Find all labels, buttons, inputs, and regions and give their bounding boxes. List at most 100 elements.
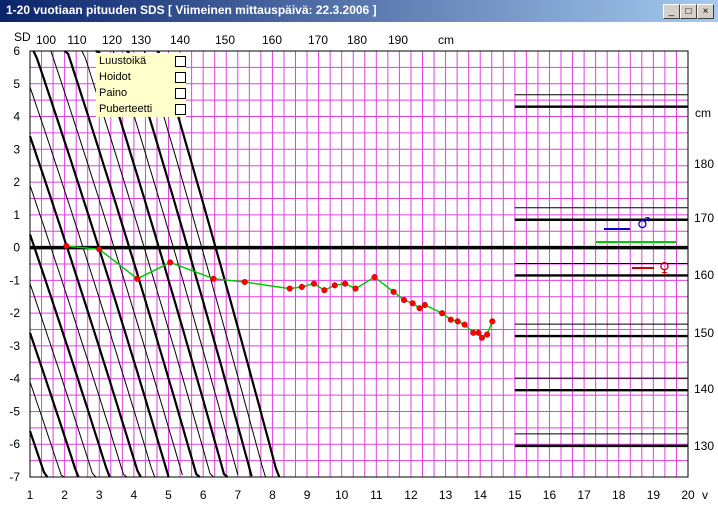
right-tick-label: 160 bbox=[694, 268, 714, 282]
top-tick-label: 180 bbox=[347, 33, 367, 47]
y-tick-label: 1 bbox=[13, 208, 20, 222]
data-point bbox=[454, 318, 461, 325]
y-tick-label: 5 bbox=[13, 77, 20, 91]
x-tick-label: 10 bbox=[335, 488, 349, 502]
y-axis-label: SD bbox=[14, 30, 31, 44]
top-tick-label: 100 bbox=[36, 33, 56, 47]
legend-item-paino[interactable]: Paino bbox=[99, 86, 186, 101]
x-tick-label: 19 bbox=[647, 488, 661, 502]
data-point bbox=[416, 305, 423, 312]
data-point bbox=[484, 331, 491, 338]
x-tick-label: 16 bbox=[543, 488, 557, 502]
right-tick-label: 170 bbox=[694, 211, 714, 225]
x-tick-label: 18 bbox=[612, 488, 626, 502]
legend-label: Paino bbox=[99, 87, 128, 99]
x-tick-label: 15 bbox=[508, 488, 522, 502]
right-axis-unit: cm bbox=[695, 106, 711, 120]
data-point bbox=[63, 242, 70, 250]
paino-checkbox[interactable] bbox=[175, 88, 186, 99]
y-tick-label: 0 bbox=[13, 241, 20, 255]
x-tick-label: 14 bbox=[474, 488, 488, 502]
x-tick-label: 8 bbox=[269, 488, 276, 502]
x-tick-label: 1 bbox=[27, 488, 34, 502]
x-tick-label: 20 bbox=[681, 488, 695, 502]
top-axis-unit: cm bbox=[438, 33, 454, 47]
right-tick-label: 130 bbox=[694, 439, 714, 453]
male-icon[interactable]: ♂ bbox=[637, 214, 650, 232]
puberteetti-checkbox[interactable] bbox=[175, 104, 186, 115]
x-tick-label: 11 bbox=[370, 488, 383, 502]
x-tick-label: 9 bbox=[304, 488, 311, 502]
y-tick-label: 6 bbox=[13, 44, 20, 58]
top-tick-label: 130 bbox=[131, 33, 151, 47]
y-tick-label: -4 bbox=[9, 372, 20, 386]
y-tick-label: -3 bbox=[9, 339, 20, 353]
window-title: 1-20 vuotiaan pituuden SDS [ Viimeinen m… bbox=[6, 3, 377, 17]
top-tick-label: 110 bbox=[67, 33, 86, 47]
data-point bbox=[470, 329, 477, 336]
data-point bbox=[96, 246, 103, 253]
data-point bbox=[478, 334, 485, 341]
data-point bbox=[241, 278, 248, 286]
x-axis-unit: v bbox=[702, 488, 708, 502]
x-tick-label: 13 bbox=[439, 488, 453, 502]
right-tick-label: 180 bbox=[694, 157, 714, 171]
data-point bbox=[371, 274, 378, 281]
x-tick-label: 5 bbox=[165, 488, 172, 502]
data-point bbox=[421, 301, 428, 309]
x-tick-label: 2 bbox=[61, 488, 68, 502]
data-point bbox=[439, 310, 446, 317]
legend-label: Luustoikä bbox=[99, 55, 147, 67]
data-point bbox=[390, 288, 397, 295]
data-point bbox=[489, 318, 496, 325]
data-point bbox=[134, 275, 141, 282]
top-tick-label: 140 bbox=[170, 33, 190, 47]
top-tick-label: 170 bbox=[308, 33, 328, 47]
female-icon[interactable]: ♀ bbox=[659, 259, 670, 277]
data-point bbox=[310, 280, 318, 287]
legend-item-puberteetti[interactable]: Puberteetti bbox=[99, 102, 186, 117]
luustoika-checkbox[interactable] bbox=[175, 56, 186, 67]
legend-panel: Luustoikä Hoidot Paino Puberteetti bbox=[96, 53, 186, 117]
legend-item-luustoika[interactable]: Luustoikä bbox=[99, 54, 186, 69]
x-tick-label: 17 bbox=[577, 488, 591, 502]
data-point bbox=[400, 296, 408, 304]
y-tick-label: 3 bbox=[13, 142, 20, 156]
legend-label: Puberteetti bbox=[99, 103, 153, 115]
top-tick-label: 160 bbox=[262, 33, 282, 47]
hoidot-checkbox[interactable] bbox=[175, 72, 186, 83]
y-tick-label: 2 bbox=[13, 175, 20, 189]
maximize-button[interactable]: □ bbox=[680, 4, 697, 19]
y-tick-label: -2 bbox=[9, 306, 20, 320]
data-point bbox=[167, 259, 174, 266]
legend-label: Hoidot bbox=[99, 71, 131, 83]
x-tick-label: 7 bbox=[234, 488, 241, 502]
y-tick-label: 4 bbox=[13, 110, 20, 124]
data-point bbox=[447, 316, 454, 323]
data-point bbox=[286, 285, 293, 292]
top-tick-label: 190 bbox=[388, 33, 408, 47]
top-tick-label: 120 bbox=[102, 33, 122, 47]
close-button[interactable]: × bbox=[697, 4, 714, 19]
data-point bbox=[298, 283, 305, 290]
right-tick-label: 140 bbox=[694, 382, 714, 396]
legend-item-hoidot[interactable]: Hoidot bbox=[99, 70, 186, 85]
x-tick-label: 3 bbox=[96, 488, 103, 502]
data-point bbox=[409, 300, 416, 307]
data-point bbox=[331, 282, 338, 289]
minimize-button[interactable]: _ bbox=[663, 4, 680, 19]
data-point bbox=[210, 275, 217, 282]
data-point bbox=[321, 287, 328, 294]
top-tick-label: 150 bbox=[215, 33, 235, 47]
x-tick-label: 12 bbox=[404, 488, 418, 502]
data-point bbox=[352, 285, 359, 292]
y-tick-label: -1 bbox=[9, 273, 20, 287]
x-tick-label: 4 bbox=[131, 488, 138, 502]
right-tick-label: 150 bbox=[694, 326, 714, 340]
x-tick-label: 6 bbox=[200, 488, 207, 502]
y-tick-label: -7 bbox=[9, 470, 20, 484]
y-tick-label: -6 bbox=[9, 437, 20, 451]
data-point bbox=[475, 329, 482, 336]
data-point bbox=[461, 321, 468, 328]
title-bar: 1-20 vuotiaan pituuden SDS [ Viimeinen m… bbox=[0, 0, 718, 22]
